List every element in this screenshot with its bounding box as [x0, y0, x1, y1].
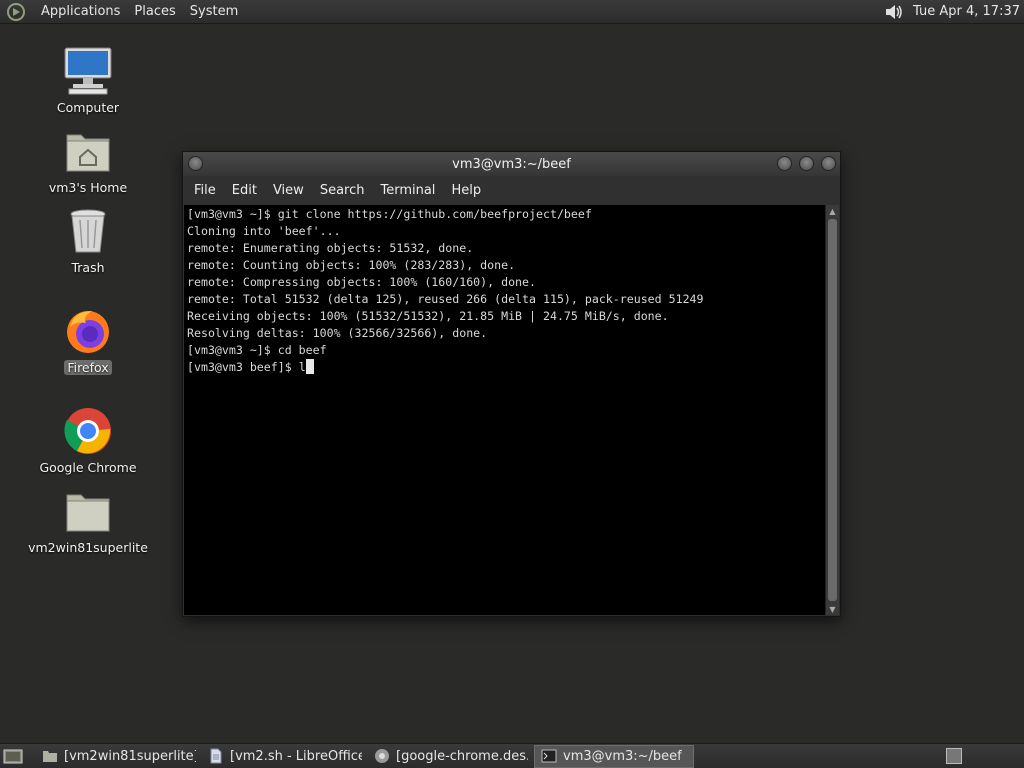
- terminal-line: Resolving deltas: 100% (32566/32566), do…: [187, 326, 488, 340]
- terminal-prompt-line[interactable]: [vm3@vm3 beef]$ l: [187, 359, 822, 376]
- desktop-icon-trash[interactable]: Trash: [23, 206, 153, 275]
- terminal-input[interactable]: l: [299, 360, 306, 374]
- menu-edit[interactable]: Edit: [224, 183, 265, 198]
- terminal-output[interactable]: [vm3@vm3 ~]$ git clone https://github.co…: [184, 205, 825, 615]
- scrollbar-thumb[interactable]: [828, 219, 837, 601]
- desktop-icon-label: Google Chrome: [39, 460, 137, 475]
- computer-icon: [64, 47, 112, 95]
- window-titlebar[interactable]: vm3@vm3:~/beef: [183, 152, 840, 176]
- terminal-line: remote: Counting objects: 100% (283/283)…: [187, 258, 516, 272]
- workspace-switcher[interactable]: [946, 748, 962, 764]
- minimize-button[interactable]: [777, 156, 792, 171]
- close-button[interactable]: [821, 156, 836, 171]
- desktop-icon-folder[interactable]: vm2win81superlite: [23, 486, 153, 555]
- terminal-line: remote: Compressing objects: 100% (160/1…: [187, 275, 537, 289]
- places-menu[interactable]: Places: [127, 0, 182, 24]
- terminal-prompt: [vm3@vm3 beef]$: [187, 360, 299, 374]
- menu-help[interactable]: Help: [443, 183, 489, 198]
- show-desktop-icon[interactable]: [2, 746, 24, 766]
- taskbar-item-label: [vm2.sh - LibreOffice...: [230, 748, 362, 764]
- terminal-line: [vm3@vm3 ~]$ git clone https://github.co…: [187, 207, 592, 221]
- chrome-icon: [375, 749, 389, 763]
- desktop-icon-label: Computer: [56, 100, 120, 115]
- desktop-icon-label: Trash: [71, 260, 105, 275]
- terminal-line: remote: Enumerating objects: 51532, done…: [187, 241, 474, 255]
- maximize-button[interactable]: [799, 156, 814, 171]
- menu-terminal[interactable]: Terminal: [372, 183, 443, 198]
- menu-view[interactable]: View: [265, 183, 312, 198]
- terminal-menubar: File Edit View Search Terminal Help: [183, 176, 840, 204]
- taskbar-item-label: [google-chrome.des...: [396, 748, 528, 764]
- folder-icon: [43, 751, 57, 762]
- volume-icon[interactable]: [883, 2, 905, 22]
- terminal-line: [vm3@vm3 ~]$ cd beef: [187, 343, 327, 357]
- desktop-icon-computer[interactable]: Computer: [23, 46, 153, 115]
- desktop-icon-firefox[interactable]: Firefox: [23, 306, 153, 375]
- folder-icon: [66, 494, 110, 532]
- desktop-icon-home[interactable]: vm3's Home: [23, 126, 153, 195]
- desktop-icon-label: Firefox: [64, 360, 112, 375]
- window-title: vm3@vm3:~/beef: [452, 156, 571, 172]
- distro-logo-icon[interactable]: [6, 2, 26, 22]
- desktop-icon-label: vm2win81superlite: [28, 540, 148, 555]
- system-menu[interactable]: System: [183, 0, 245, 24]
- home-folder-icon: [66, 134, 110, 172]
- chrome-icon: [64, 408, 111, 454]
- top-panel: Applications Places System Tue Apr 4, 17…: [0, 0, 1024, 24]
- document-icon: [210, 748, 222, 764]
- terminal-line: Cloning into 'beef'...: [187, 224, 341, 238]
- menu-search[interactable]: Search: [312, 183, 373, 198]
- desktop-icon-label: vm3's Home: [48, 180, 128, 195]
- terminal-line: remote: Total 51532 (delta 125), reused …: [187, 292, 704, 306]
- bottom-panel: [vm2win81superlite] [vm2.sh - LibreOffic…: [0, 743, 1024, 768]
- terminal-scrollbar[interactable]: ▲ ▼: [825, 205, 839, 615]
- taskbar-item-chrome-desktop[interactable]: [google-chrome.des...: [368, 745, 528, 768]
- terminal-icon: [541, 749, 557, 763]
- applications-menu[interactable]: Applications: [34, 0, 127, 24]
- taskbar-item-terminal[interactable]: vm3@vm3:~/beef: [534, 744, 694, 768]
- menu-file[interactable]: File: [186, 183, 224, 198]
- taskbar-item-label: vm3@vm3:~/beef: [563, 748, 682, 764]
- terminal-cursor: [305, 359, 314, 374]
- taskbar-item-libreoffice[interactable]: [vm2.sh - LibreOffice...: [202, 745, 362, 768]
- taskbar-item-folder[interactable]: [vm2win81superlite]: [36, 745, 196, 768]
- terminal-line: Receiving objects: 100% (51532/51532), 2…: [187, 309, 669, 323]
- terminal-window[interactable]: vm3@vm3:~/beef File Edit View Search Ter…: [182, 151, 841, 617]
- firefox-icon: [67, 311, 109, 353]
- window-menu-icon[interactable]: [188, 156, 203, 171]
- trash-icon: [70, 209, 106, 253]
- taskbar-item-label: [vm2win81superlite]: [64, 748, 196, 764]
- clock[interactable]: Tue Apr 4, 17:37: [913, 4, 1024, 19]
- desktop-icon-chrome[interactable]: Google Chrome: [23, 406, 153, 475]
- scroll-up-icon[interactable]: ▲: [826, 205, 839, 217]
- scroll-down-icon[interactable]: ▼: [826, 603, 839, 615]
